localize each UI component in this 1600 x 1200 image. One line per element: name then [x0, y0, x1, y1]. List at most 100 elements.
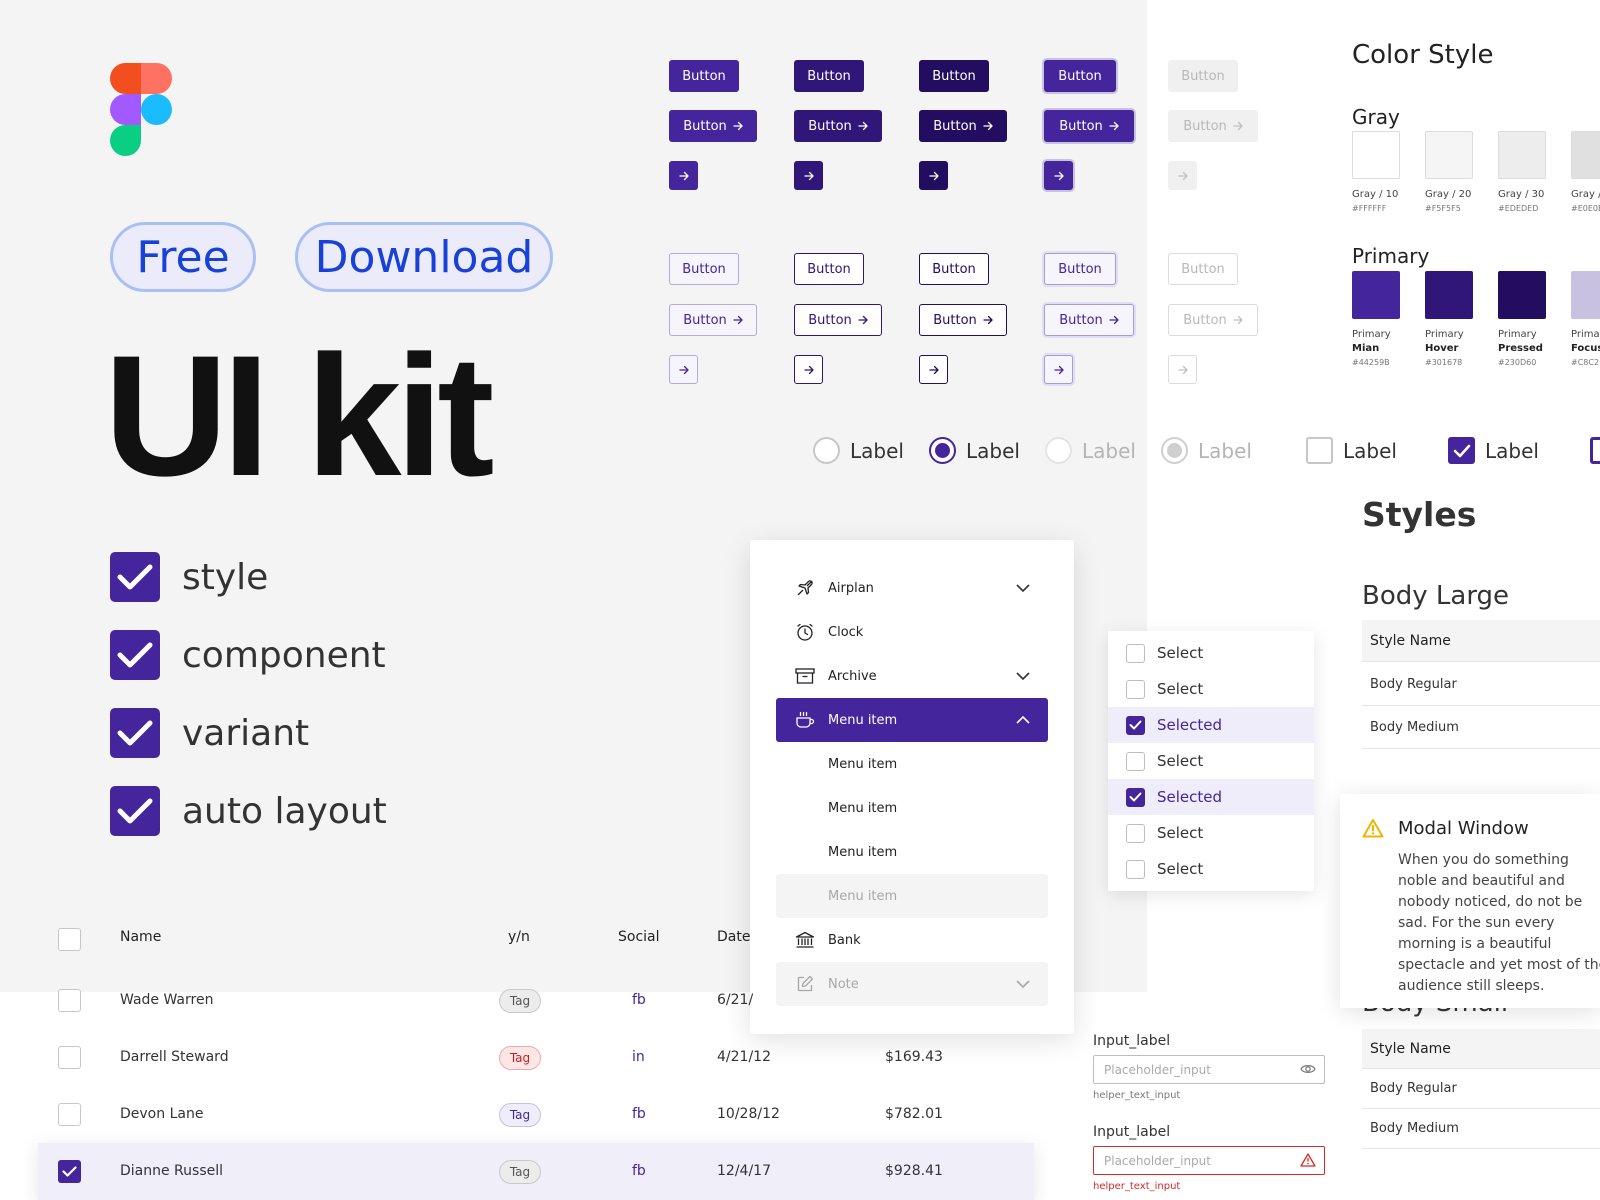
styles-title: Styles	[1362, 495, 1477, 534]
button-arrow-pressed[interactable]: Button	[919, 304, 1007, 336]
swatch-hex: #44259B	[1352, 358, 1390, 367]
column-header-name[interactable]: Name	[120, 929, 161, 945]
menu-item-archive[interactable]: Archive	[776, 654, 1048, 698]
column-header-date[interactable]: Date	[717, 929, 750, 945]
download-pill[interactable]: Download	[295, 222, 553, 292]
row-checkbox[interactable]	[58, 1103, 81, 1126]
button-pressed[interactable]: Button	[919, 253, 989, 285]
icon-button-main[interactable]	[669, 355, 698, 384]
check-icon[interactable]	[58, 1160, 81, 1183]
input-label: Input_label	[1093, 1033, 1171, 1049]
button-main[interactable]: Button	[669, 60, 739, 92]
primary-swatch	[1498, 271, 1546, 319]
select-option[interactable]: Select	[1108, 851, 1314, 887]
primary-swatch	[1425, 271, 1473, 319]
error-input[interactable]: Placeholder_input	[1093, 1146, 1325, 1175]
button-hover[interactable]: Button	[794, 60, 864, 92]
button-label: Button	[1183, 312, 1227, 328]
button-label: Button	[1183, 118, 1227, 134]
feature-label: style	[182, 556, 269, 598]
button-focus[interactable]: Button	[1044, 60, 1116, 92]
feature-style: style	[110, 552, 268, 602]
arrow-right-icon	[1233, 121, 1243, 131]
button-arrow-hover[interactable]: Button	[794, 110, 882, 142]
button-main[interactable]: Button	[669, 253, 739, 285]
icon-button-focus[interactable]	[1044, 355, 1073, 384]
select-option[interactable]: Select	[1108, 815, 1314, 851]
cell-social[interactable]: fb	[632, 1106, 646, 1122]
arrow-right-icon	[1053, 365, 1064, 375]
icon-button-pressed[interactable]	[919, 355, 948, 384]
arrow-right-icon	[1109, 315, 1119, 325]
menu-subitem[interactable]: Menu item	[776, 786, 1048, 830]
swatch-state: Hover	[1425, 343, 1459, 354]
swatch-name: Primary	[1352, 329, 1391, 340]
select-all-checkbox[interactable]	[58, 928, 81, 951]
select-option[interactable]: Selected	[1108, 707, 1314, 743]
cell-name: Dianne Russell	[120, 1163, 224, 1179]
password-input[interactable]: Placeholder_input	[1093, 1055, 1325, 1084]
button-label: Button	[1059, 118, 1103, 134]
column-header-social[interactable]: Social	[618, 929, 660, 945]
icon-button-hover[interactable]	[794, 161, 823, 190]
select-option-label: Selected	[1157, 716, 1223, 734]
select-option[interactable]: Select	[1108, 743, 1314, 779]
warning-icon	[1362, 818, 1384, 842]
button-arrow-focus[interactable]: Button	[1044, 110, 1134, 142]
radio-checked[interactable]: Label	[929, 437, 1020, 464]
input-label: Input_label	[1093, 1124, 1171, 1140]
checkbox-partial[interactable]	[1590, 437, 1600, 464]
menu-subitem[interactable]: Menu item	[776, 742, 1048, 786]
column-header-yn[interactable]: y/n	[508, 929, 530, 945]
button-arrow-main[interactable]: Button	[669, 110, 757, 142]
button-hover[interactable]: Button	[794, 253, 864, 285]
select-option[interactable]: Selected	[1108, 779, 1314, 815]
radio-circle-icon	[929, 437, 956, 464]
swatch-name: Primary	[1498, 329, 1537, 340]
cell-social[interactable]: fb	[632, 992, 646, 1008]
button-pressed[interactable]: Button	[919, 60, 989, 92]
swatch-hex: #F5F5F5	[1425, 204, 1461, 213]
row-checkbox[interactable]	[58, 989, 81, 1012]
select-option[interactable]: Select	[1108, 635, 1314, 671]
arrow-right-icon	[803, 365, 814, 375]
eye-icon[interactable]	[1300, 1062, 1316, 1076]
icon-button-focus[interactable]	[1044, 161, 1073, 190]
menu-item-clock[interactable]: Clock	[776, 610, 1048, 654]
button-arrow-hover[interactable]: Button	[794, 304, 882, 336]
swatch-state: Mian	[1352, 343, 1380, 354]
checkbox-checked[interactable]: Label	[1448, 437, 1539, 464]
cell-social[interactable]: fb	[632, 1163, 646, 1179]
button-arrow-pressed[interactable]: Button	[919, 110, 1007, 142]
menu-item-airplan[interactable]: Airplan	[776, 566, 1048, 610]
select-option[interactable]: Select	[1108, 671, 1314, 707]
cell-social[interactable]: in	[632, 1049, 645, 1065]
icon-button-main[interactable]	[669, 161, 698, 190]
style-table-header: Style Name	[1362, 620, 1600, 662]
cell-amount: $928.41	[885, 1163, 943, 1179]
feature-auto-layout: auto layout	[110, 786, 387, 836]
primary-swatch	[1571, 271, 1600, 319]
arrow-right-icon	[858, 315, 868, 325]
dropdown-menu: Airplan Clock Archive Menu item Menu ite…	[750, 540, 1074, 1034]
menu-subitem[interactable]: Menu item	[776, 830, 1048, 874]
arrow-right-icon	[858, 121, 868, 131]
modal-window: Modal Window When you do something noble…	[1340, 794, 1600, 1008]
icon-button-pressed[interactable]	[919, 161, 948, 190]
check-icon	[110, 786, 160, 836]
menu-item-bank[interactable]: Bank	[776, 918, 1048, 962]
swatch-caption: Primary Mian #44259B	[1352, 328, 1391, 370]
menu-item-label: Menu item	[828, 888, 898, 904]
arrow-right-icon	[733, 121, 743, 131]
row-checkbox[interactable]	[58, 1046, 81, 1069]
button-arrow-focus[interactable]: Button	[1044, 304, 1134, 336]
button-focus[interactable]: Button	[1044, 253, 1116, 285]
menu-item-active[interactable]: Menu item	[776, 698, 1048, 742]
menu-item-label: Menu item	[828, 844, 898, 860]
button-arrow-main[interactable]: Button	[669, 304, 757, 336]
checkbox-unchecked[interactable]: Label	[1306, 437, 1397, 464]
menu-item-label: Menu item	[828, 800, 898, 816]
icon-button-hover[interactable]	[794, 355, 823, 384]
swatch-hex: #230D60	[1498, 358, 1537, 367]
radio-unchecked[interactable]: Label	[813, 437, 904, 464]
